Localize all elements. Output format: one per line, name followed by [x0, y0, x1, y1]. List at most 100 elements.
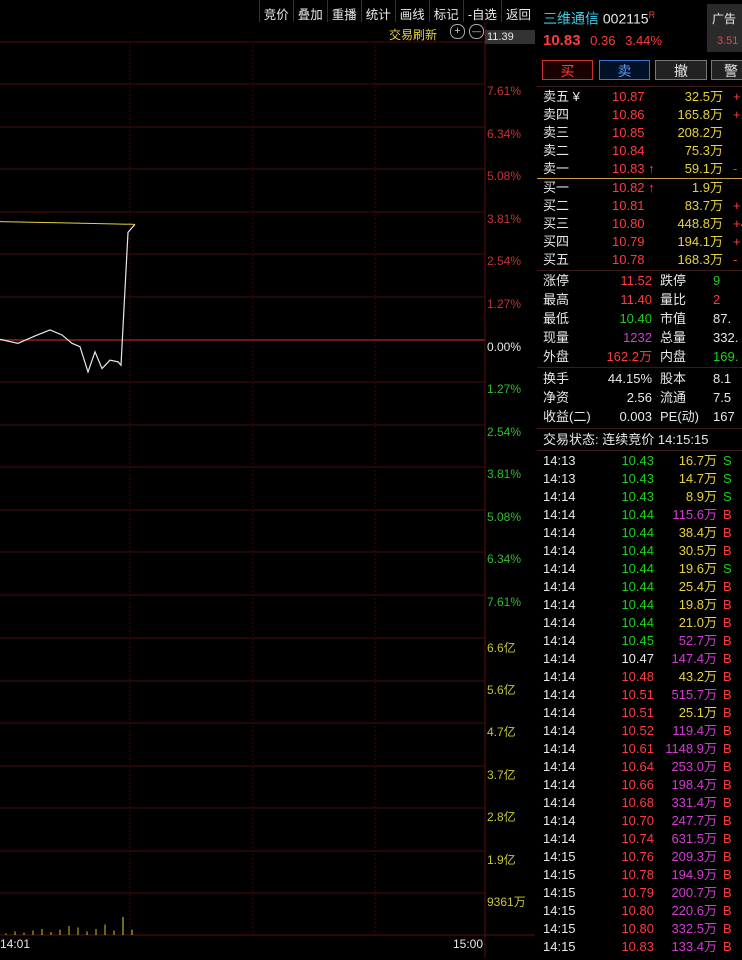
ad-value: 3.51	[717, 35, 739, 47]
tick-price: 10.47	[621, 651, 654, 666]
tick-row[interactable]: 14:14 10.45 52.7万 B	[543, 632, 742, 650]
tick-side: B	[723, 525, 732, 540]
ask-row[interactable]: 卖五 ¥ 10.87 32.5万 +	[543, 88, 742, 106]
tick-side: S	[723, 489, 732, 504]
ad-box[interactable]: 广告 3.51	[707, 4, 742, 52]
tick-volume: 200.7万	[671, 885, 717, 900]
ask-row[interactable]: 卖四 10.86 165.8万 +1	[543, 106, 742, 124]
tick-row[interactable]: 14:14 10.44 19.6万 S	[543, 560, 742, 578]
tick-time: 14:15	[543, 921, 576, 936]
tick-side: S	[723, 453, 732, 468]
tick-time: 14:13	[543, 471, 576, 486]
tick-row[interactable]: 14:15 10.80 220.6万 B	[543, 902, 742, 920]
ask-volume: 208.2万	[677, 125, 723, 140]
cancel-button[interactable]: 撤	[655, 60, 707, 80]
tick-time: 14:14	[543, 561, 576, 576]
bid-label: 买二	[543, 198, 570, 213]
bid-volume: 194.1万	[677, 234, 723, 249]
bid-price: 10.81	[612, 198, 645, 213]
plus-icon[interactable]: +	[450, 24, 465, 39]
tick-row[interactable]: 14:15 10.78 194.9万 B	[543, 866, 742, 884]
scale-label-zero: 0.00%	[487, 340, 522, 354]
bid-row[interactable]: 买一 10.82 ↑ 1.9万	[543, 179, 742, 197]
volume-scale-label: 5.6亿	[487, 683, 516, 697]
tick-row[interactable]: 14:14 10.74 631.5万 B	[543, 830, 742, 848]
tick-volume: 331.4万	[671, 795, 717, 810]
tick-row[interactable]: 14:14 10.51 25.1万 B	[543, 704, 742, 722]
tick-volume: 198.4万	[671, 777, 717, 792]
tick-price: 10.48	[621, 669, 654, 684]
intraday-chart[interactable]: 交易刷新 + — 11.39 7.61% 6.34% 5.08% 3.81% 2.54%…	[0, 22, 535, 957]
bid-row[interactable]: 买五 10.78 168.3万 -	[543, 251, 742, 269]
menu-item[interactable]: 返回	[500, 0, 535, 22]
tick-row[interactable]: 14:14 10.44 30.5万 B	[543, 542, 742, 560]
tick-row[interactable]: 14:14 10.51 515.7万 B	[543, 686, 742, 704]
alert-button[interactable]: 警	[711, 60, 742, 80]
refresh-label[interactable]: 交易刷新	[389, 26, 437, 43]
tick-row[interactable]: 14:14 10.52 119.4万 B	[543, 722, 742, 740]
bid-row[interactable]: 买二 10.81 83.7万 +	[543, 197, 742, 215]
bid-price: 10.82 ↑	[612, 180, 655, 195]
menu-item[interactable]: -自选	[462, 0, 501, 22]
menu-item[interactable]: 画线	[394, 0, 429, 22]
ask-volume: 75.3万	[684, 143, 723, 158]
tick-row[interactable]: 14:14 10.43 8.9万 S	[543, 488, 742, 506]
tick-row[interactable]: 14:15 10.80 332.5万 B	[543, 920, 742, 938]
tick-row[interactable]: 14:15 10.83 133.4万 B	[543, 938, 742, 956]
minus-icon[interactable]: —	[469, 24, 484, 39]
tick-row[interactable]: 14:14 10.48 43.2万 B	[543, 668, 742, 686]
trade-status: 交易状态: 连续竞价 14:15:15	[543, 432, 709, 447]
bid-row[interactable]: 买四 10.79 194.1万 +	[543, 233, 742, 251]
scale-label-up: 3.81%	[487, 212, 522, 226]
sell-button[interactable]: 卖	[599, 60, 650, 80]
stat-label: 净资	[543, 390, 570, 405]
tick-row[interactable]: 14:13 10.43 16.7万 S	[543, 452, 742, 470]
tick-time: 14:14	[543, 651, 576, 666]
tick-row[interactable]: 14:13 10.43 14.7万 S	[543, 470, 742, 488]
stock-badge: R	[648, 10, 656, 20]
tick-row[interactable]: 14:14 10.64 253.0万 B	[543, 758, 742, 776]
time-start-label: 14:01	[0, 937, 31, 951]
tick-row[interactable]: 14:14 10.47 147.4万 B	[543, 650, 742, 668]
ask-row[interactable]: 卖二 10.84 75.3万	[543, 142, 742, 160]
tick-row[interactable]: 14:14 10.44 115.6万 B	[543, 506, 742, 524]
tick-price: 10.70	[621, 813, 654, 828]
stat-label: 涨停	[543, 273, 570, 288]
tick-time: 14:14	[543, 795, 576, 810]
tick-row[interactable]: 14:14 10.44 19.8万 B	[543, 596, 742, 614]
bid-row[interactable]: 买三 10.80 448.8万 +4	[543, 215, 742, 233]
tick-time: 14:14	[543, 813, 576, 828]
tick-row[interactable]: 14:14 10.66 198.4万 B	[543, 776, 742, 794]
menu-item[interactable]: 标记	[428, 0, 463, 22]
ask-row[interactable]: 卖三 10.85 208.2万	[543, 124, 742, 142]
tick-row[interactable]: 14:14 10.70 247.7万 B	[543, 812, 742, 830]
stat-value: 2.56	[626, 390, 652, 405]
scale-label-down: 7.61%	[487, 595, 522, 609]
menu-item[interactable]: 统计	[360, 0, 395, 22]
scale-label-up: 1.27%	[487, 297, 522, 311]
tick-row[interactable]: 14:14 10.61 1148.9万 B	[543, 740, 742, 758]
divider	[537, 428, 742, 429]
tick-price: 10.44	[621, 579, 654, 594]
tick-time: 14:14	[543, 597, 576, 612]
tick-side: B	[723, 579, 732, 594]
buy-button[interactable]: 买	[542, 60, 593, 80]
tick-row[interactable]: 14:14 10.44 38.4万 B	[543, 524, 742, 542]
tick-row[interactable]: 14:15 10.79 200.7万 B	[543, 884, 742, 902]
tick-row[interactable]: 14:14 10.44 21.0万 B	[543, 614, 742, 632]
menu-item[interactable]: 叠加	[292, 0, 327, 22]
menu-item[interactable]: 竞价	[258, 0, 293, 22]
tick-side: B	[723, 939, 732, 954]
stat-value: 332.	[713, 330, 739, 345]
ask-price: 10.83 ↑	[612, 161, 655, 176]
tick-volume: 30.5万	[678, 543, 717, 558]
tick-row[interactable]: 14:14 10.68 331.4万 B	[543, 794, 742, 812]
ask-row[interactable]: 卖一 10.83 ↑ 59.1万 -	[543, 160, 742, 178]
tick-time: 14:15	[543, 867, 576, 882]
stat-label: PE(动)	[660, 409, 700, 424]
menu-item[interactable]: 重播	[326, 0, 361, 22]
tick-row[interactable]: 14:15 10.76 209.3万 B	[543, 848, 742, 866]
tick-price: 10.44	[621, 507, 654, 522]
stock-code: 002115	[602, 10, 649, 27]
tick-row[interactable]: 14:14 10.44 25.4万 B	[543, 578, 742, 596]
